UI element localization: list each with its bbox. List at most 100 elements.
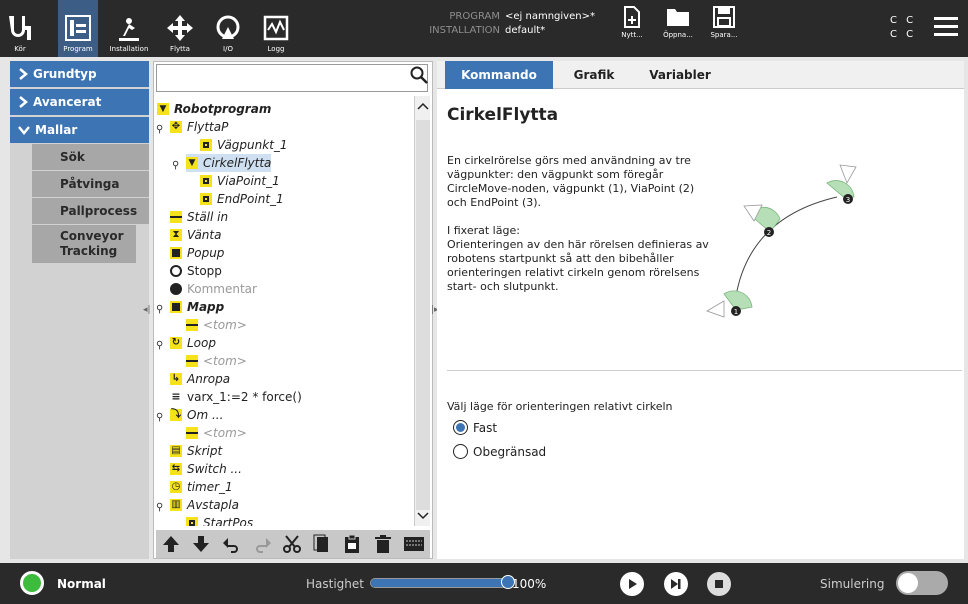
- log-tab[interactable]: Logg: [256, 0, 296, 57]
- hamburger-menu-button[interactable]: [934, 16, 958, 41]
- play-button[interactable]: [620, 572, 644, 596]
- point-3-label: 3: [846, 196, 850, 204]
- tree-node-anropa[interactable]: ↳ Anropa: [170, 370, 230, 388]
- speed-slider-fill: [371, 579, 507, 587]
- play-icon: [629, 579, 637, 589]
- nav-grundtyp[interactable]: Grundtyp: [10, 61, 149, 87]
- set-icon: [170, 211, 182, 223]
- wait-icon: ⧗: [170, 229, 182, 241]
- tree-node-empty[interactable]: <tom>: [186, 424, 247, 442]
- stop-button[interactable]: [707, 572, 731, 596]
- redo-icon[interactable]: [252, 534, 272, 554]
- save-button-label: Spara...: [710, 31, 738, 39]
- stop-icon: [715, 580, 723, 588]
- undo-icon[interactable]: [222, 534, 242, 554]
- switch-icon: ⇆: [170, 463, 182, 475]
- tree-node-timer[interactable]: ◷ timer_1: [170, 478, 233, 496]
- speed-slider[interactable]: [370, 578, 508, 588]
- tree-node-robotprogram[interactable]: ▼ Robotprogram: [157, 100, 271, 118]
- tree-node-label: ViaPoint_1: [217, 174, 280, 188]
- tree-node-endpoint[interactable]: EndPoint_1: [200, 190, 284, 208]
- tree-node-switch[interactable]: ⇆ Switch ...: [170, 460, 242, 478]
- chevron-down-icon[interactable]: [417, 512, 429, 520]
- tree-node-viapoint[interactable]: ViaPoint_1: [200, 172, 280, 190]
- tree-node-label: Kommentar: [187, 282, 257, 296]
- tree-node-cirkelflytta[interactable]: ▼ CirkelFlytta: [186, 154, 272, 172]
- nav-item-sok[interactable]: Sök: [32, 144, 149, 170]
- tree-node-label: <tom>: [203, 426, 247, 440]
- move-tab[interactable]: Flytta: [160, 0, 200, 57]
- move-up-icon[interactable]: [161, 534, 181, 554]
- run-tab[interactable]: Kör: [0, 0, 40, 57]
- chevron-up-icon[interactable]: [417, 102, 429, 110]
- tree-node-skript[interactable]: ▤ Skript: [170, 442, 222, 460]
- open-button[interactable]: Öppna...: [658, 6, 698, 54]
- simulation-toggle[interactable]: [896, 571, 948, 595]
- cut-icon[interactable]: [282, 534, 302, 554]
- tree-node-vagpunkt[interactable]: Vägpunkt_1: [200, 136, 288, 154]
- tree-node-popup[interactable]: Popup: [170, 244, 224, 262]
- tree-scrollbar[interactable]: [414, 96, 430, 526]
- search-icon[interactable]: [410, 66, 428, 84]
- tree-node-mapp[interactable]: Mapp: [170, 298, 224, 316]
- tree-node-label: <tom>: [203, 318, 247, 332]
- program-label: PROGRAM: [449, 11, 500, 22]
- delete-icon[interactable]: [373, 534, 393, 554]
- move-down-icon[interactable]: [191, 534, 211, 554]
- program-root-icon: ▼: [157, 103, 169, 115]
- tab-variabler[interactable]: Variabler: [637, 61, 723, 89]
- tree-node-empty[interactable]: <tom>: [186, 352, 247, 370]
- nav-item-pallprocess[interactable]: Pallprocess: [32, 198, 149, 224]
- paste-icon[interactable]: [342, 534, 362, 554]
- radio-fast[interactable]: Fast: [453, 420, 497, 435]
- save-button[interactable]: Spara...: [704, 6, 744, 54]
- radio-circle[interactable]: [453, 420, 468, 435]
- tree-node-loop[interactable]: ↻ Loop: [170, 334, 216, 352]
- new-button[interactable]: Nytt...: [612, 6, 652, 54]
- robot-status-button[interactable]: [20, 571, 44, 595]
- tree-node-kommentar[interactable]: Kommentar: [170, 280, 257, 298]
- search-input[interactable]: [156, 64, 428, 92]
- splitter-left-handle[interactable]: ◂|: [143, 305, 151, 315]
- nav-item-conveyor-tracking[interactable]: Conveyor Tracking: [32, 225, 136, 263]
- waypoint-icon: [186, 517, 198, 526]
- nav-item-patvinga[interactable]: Påtvinga: [32, 171, 149, 197]
- popup-icon: [170, 247, 182, 259]
- nav-avancerat[interactable]: Avancerat: [10, 89, 149, 115]
- tab-grafik[interactable]: Grafik: [557, 61, 631, 89]
- tree-node-avstapla[interactable]: ▥ Avstapla: [170, 496, 239, 514]
- tree-node-label: timer_1: [187, 480, 233, 494]
- tree-node-empty[interactable]: <tom>: [186, 316, 247, 334]
- robot-status-text: Normal: [57, 577, 106, 591]
- tool-arrow-3: [839, 164, 857, 184]
- waypoint-icon: [200, 193, 212, 205]
- pin-icon: ⚲: [156, 340, 164, 351]
- program-tab-label: Program: [63, 45, 93, 53]
- tree-node-stall-in[interactable]: Ställ in: [170, 208, 228, 226]
- tree-node-assignment[interactable]: ≡ varx_1:=2 * force(): [170, 388, 301, 406]
- tree-node-vanta[interactable]: ⧗ Vänta: [170, 226, 221, 244]
- scrollbar-thumb[interactable]: [416, 120, 430, 510]
- tree-node-label: Om ...: [187, 408, 224, 422]
- copy-icon[interactable]: [312, 534, 332, 554]
- io-tab[interactable]: I/O: [208, 0, 248, 57]
- folder-icon: [170, 301, 182, 313]
- move-icon: [167, 15, 193, 41]
- radio-obegransad[interactable]: Obegränsad: [453, 444, 546, 459]
- program-tab[interactable]: Program: [58, 0, 98, 57]
- tab-kommando[interactable]: Kommando: [445, 61, 553, 89]
- radio-circle[interactable]: [453, 444, 468, 459]
- io-icon: [216, 15, 240, 39]
- pin-icon: ⚲: [172, 160, 180, 171]
- pin-icon: ⚲: [156, 502, 164, 513]
- stack-icon: ▥: [170, 499, 182, 511]
- tree-node-flyttap[interactable]: ✥ FlyttaP: [170, 118, 228, 136]
- step-button[interactable]: [664, 572, 688, 596]
- tree-node-stopp[interactable]: Stopp: [170, 262, 222, 280]
- installation-tab[interactable]: Installation: [106, 0, 152, 57]
- tree-node-startpos[interactable]: StartPos: [186, 514, 253, 526]
- tree-node-om[interactable]: ⤵ Om ...: [170, 406, 223, 424]
- nav-mallar[interactable]: Mallar: [10, 117, 149, 143]
- suppress-icon[interactable]: [403, 534, 425, 554]
- point-2-label: 2: [767, 229, 771, 237]
